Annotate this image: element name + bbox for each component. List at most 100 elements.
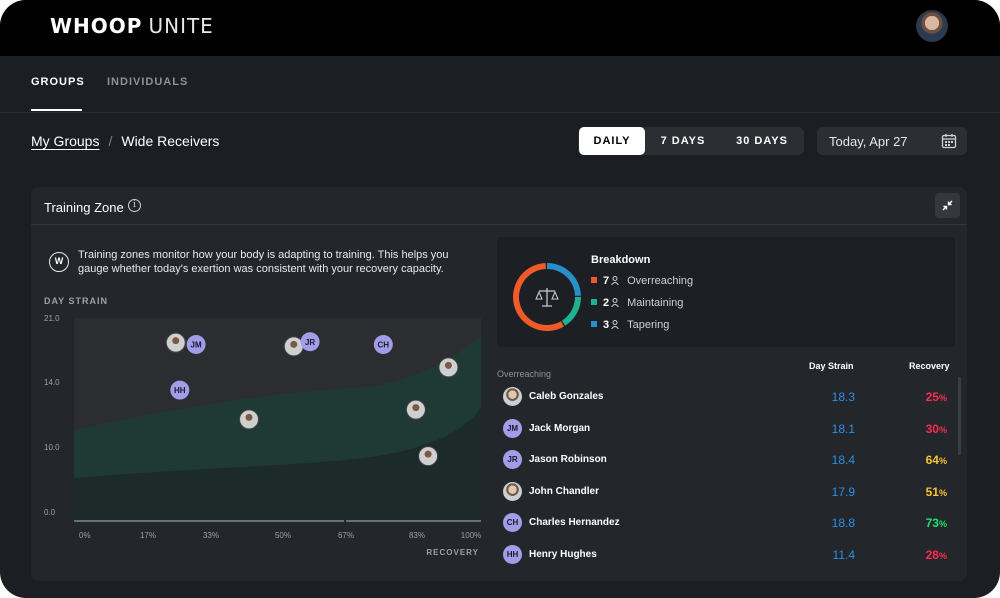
list-scrollbar[interactable] bbox=[958, 377, 961, 455]
collapse-button[interactable] bbox=[935, 193, 960, 218]
photo-face bbox=[290, 340, 298, 348]
athlete-avatar bbox=[503, 481, 522, 501]
percent-sign: % bbox=[938, 393, 947, 403]
athlete-day-strain: 11.4 bbox=[832, 548, 855, 562]
photo-face bbox=[245, 413, 253, 421]
tab-individuals[interactable]: INDIVIDUALS bbox=[107, 76, 188, 88]
table-row[interactable]: JM Jack Morgan 18.1 30% bbox=[497, 415, 957, 445]
recovery-value: 30 bbox=[925, 421, 939, 436]
table-row[interactable]: JR Jason Robinson 18.4 64% bbox=[497, 446, 957, 476]
donut-slice-maintaining bbox=[561, 296, 581, 326]
photo-face bbox=[172, 337, 180, 345]
tab-groups[interactable]: GROUPS bbox=[31, 76, 85, 88]
breakdown-card: Breakdown 7 Overreaching 2 Maintaining 3 Ta… bbox=[497, 237, 955, 347]
athlete-name: Charles Hernandez bbox=[529, 517, 620, 529]
athlete-avatar bbox=[503, 387, 522, 406]
breakdown-title: Breakdown bbox=[591, 254, 651, 266]
athlete-name: Jason Robinson bbox=[529, 454, 607, 466]
athlete-photo-point[interactable] bbox=[405, 399, 426, 420]
col-day-strain[interactable]: Day Strain bbox=[809, 361, 854, 371]
athlete-name: John Chandler bbox=[529, 485, 600, 497]
x-axis-title: RECOVERY bbox=[426, 548, 479, 557]
tabs-divider bbox=[0, 112, 1000, 113]
athlete-day-strain: 18.1 bbox=[831, 421, 855, 436]
breakdown-tapering: 3 Tapering bbox=[591, 319, 669, 333]
photo-face bbox=[444, 361, 452, 369]
date-picker[interactable]: Today, Apr 27 bbox=[817, 127, 967, 155]
top-bar: WHOOP UNITE bbox=[0, 0, 1000, 56]
recovery-value: 51 bbox=[925, 484, 939, 499]
range-30-days-button[interactable]: 30 DAYS bbox=[724, 127, 800, 155]
athlete-photo-point[interactable] bbox=[418, 446, 439, 467]
range-7-days-button[interactable]: 7 DAYS bbox=[650, 127, 716, 155]
tapering-dot bbox=[591, 321, 597, 327]
point-initials: JM bbox=[191, 341, 202, 350]
range-daily-button[interactable]: DAILY bbox=[579, 127, 645, 155]
point-initials: HH bbox=[174, 386, 186, 395]
y-tick-label: 0.0 bbox=[44, 508, 56, 517]
percent-sign: % bbox=[938, 519, 947, 530]
athlete-name: Jack Morgan bbox=[529, 422, 591, 434]
recovery-value: 64 bbox=[925, 453, 939, 468]
x-tick-label: 0% bbox=[79, 531, 91, 540]
photo-face bbox=[424, 450, 432, 458]
breakdown-count: 3 bbox=[603, 319, 610, 331]
athlete-photo-point[interactable] bbox=[239, 409, 260, 430]
athlete-photo-point[interactable] bbox=[283, 336, 304, 357]
user-avatar[interactable] bbox=[916, 10, 948, 42]
overreaching-dot bbox=[591, 277, 597, 283]
x-tick-label: 50% bbox=[275, 531, 291, 540]
y-tick-label: 21.0 bbox=[44, 314, 60, 323]
athlete-recovery: 28% bbox=[897, 548, 947, 562]
calendar-icon bbox=[941, 134, 957, 149]
table-row[interactable]: HH Henry Hughes 11.4 28% bbox=[497, 541, 957, 571]
breakdown-label: Maintaining bbox=[627, 297, 684, 309]
recovery-value: 73 bbox=[925, 516, 939, 531]
breakdown-overreaching: 7 Overreaching bbox=[591, 275, 693, 289]
athlete-photo-point[interactable] bbox=[438, 357, 459, 378]
person-icon bbox=[611, 298, 619, 307]
breakdown-maintaining: 2 Maintaining bbox=[591, 297, 683, 311]
breadcrumb-my-groups[interactable]: My Groups bbox=[31, 133, 99, 149]
x-tick-label: 67% bbox=[338, 531, 354, 540]
active-tab-indicator bbox=[31, 109, 82, 111]
y-tick-label: 14.0 bbox=[44, 378, 60, 387]
athlete-avatar: CH bbox=[503, 513, 522, 533]
breakdown-donut bbox=[513, 263, 581, 331]
athlete-photo-point[interactable] bbox=[165, 332, 186, 353]
athlete-avatar: JR bbox=[503, 450, 522, 470]
y-tick-label: 10.0 bbox=[44, 443, 60, 452]
x-tick-label: 83% bbox=[409, 531, 425, 540]
maintaining-dot bbox=[591, 299, 597, 305]
table-row[interactable]: John Chandler 17.9 51% bbox=[497, 478, 957, 508]
table-row[interactable]: Caleb Gonzales 18.3 25% bbox=[497, 383, 957, 413]
whoop-w-icon: W bbox=[49, 252, 69, 272]
point-initials: JR bbox=[305, 338, 315, 347]
balance-scale-icon bbox=[535, 288, 559, 307]
athlete-recovery: 30% bbox=[897, 422, 947, 436]
percent-sign: % bbox=[938, 487, 947, 498]
athlete-avatar: HH bbox=[503, 545, 522, 564]
section-overreaching: Overreaching bbox=[497, 369, 552, 379]
breakdown-label: Tapering bbox=[627, 319, 670, 331]
x-tick-label: 17% bbox=[140, 531, 156, 540]
chart-svg: 21.0 14.0 10.0 0.0 0% 17% 33% 50% 67% 83% 100% RECO… bbox=[44, 314, 481, 557]
col-recovery[interactable]: Recovery bbox=[909, 361, 950, 371]
athlete-point[interactable]: JM bbox=[186, 335, 206, 355]
table-row[interactable]: CH Charles Hernandez 18.8 73% bbox=[497, 509, 957, 539]
panel-header: Training Zone i bbox=[31, 187, 967, 225]
panel-title: Training Zone bbox=[44, 200, 124, 215]
athlete-recovery: 64% bbox=[897, 453, 947, 467]
recovery-value: 28 bbox=[925, 548, 939, 562]
athlete-point[interactable]: CH bbox=[373, 335, 393, 355]
info-icon[interactable]: i bbox=[128, 199, 141, 212]
athlete-name: Caleb Gonzales bbox=[529, 391, 604, 402]
athlete-point[interactable]: HH bbox=[170, 380, 190, 400]
point-initials: CH bbox=[378, 341, 390, 350]
breadcrumb: My Groups / Wide Receivers bbox=[31, 133, 219, 149]
athlete-recovery: 25% bbox=[897, 390, 947, 404]
donut-slice-overreaching bbox=[513, 263, 564, 331]
brand-logo[interactable]: WHOOP UNITE bbox=[50, 14, 214, 38]
breadcrumb-current: Wide Receivers bbox=[121, 133, 220, 149]
athlete-point[interactable]: JR bbox=[300, 332, 320, 352]
